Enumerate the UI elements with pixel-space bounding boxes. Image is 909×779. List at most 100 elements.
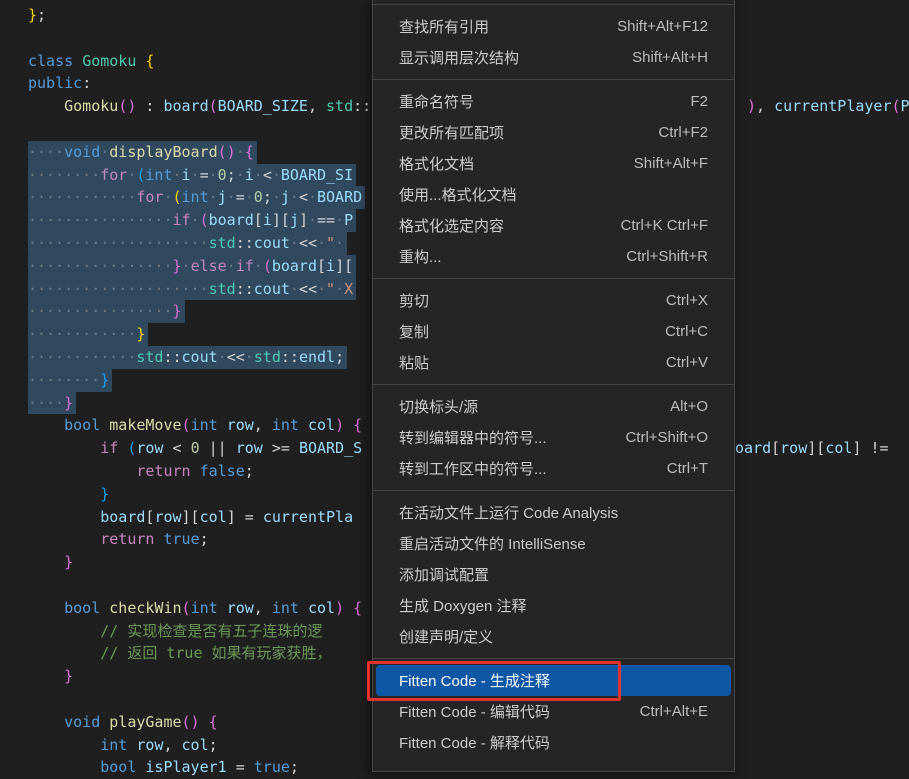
code-line[interactable]: Gomoku() : board(BOARD_SIZE, std:: xyxy=(28,95,371,118)
menu-item-label: 重启活动文件的 IntelliSense xyxy=(399,533,586,554)
code-line[interactable]: void playGame() { xyxy=(28,711,371,734)
code-line[interactable]: // 返回 true 如果有玩家获胜， xyxy=(28,642,371,665)
menu-item-fitten-edit-code[interactable]: Fitten Code - 编辑代码 Ctrl+Alt+E xyxy=(376,696,731,727)
code-fragment-right-top[interactable]: ), currentPlayer(P xyxy=(747,95,909,118)
menu-item[interactable]: 更改所有匹配项 Ctrl+F2 xyxy=(376,117,731,148)
menu-item[interactable]: 重命名符号F2 xyxy=(376,86,731,117)
selection-highlight: ····················std::cout·<<·"·X xyxy=(28,278,356,301)
menu-item-label: 复制 xyxy=(399,321,429,342)
code-line[interactable]: board[row][col] = currentPla xyxy=(28,506,371,529)
menu-item[interactable]: 生成 Doxygen 注释 xyxy=(376,590,731,621)
menu-item-fitten-generate-comment[interactable]: Fitten Code - 生成注释 xyxy=(376,665,731,696)
menu-item-label: 切换标头/源 xyxy=(399,396,478,417)
menu-item-label: 使用...格式化文档 xyxy=(399,184,517,205)
menu-shortcut: Ctrl+Alt+E xyxy=(640,703,708,720)
menu-item[interactable]: 显示调用层次结构Shift+Alt+H xyxy=(376,42,731,73)
code-line[interactable] xyxy=(28,118,371,141)
menu-shortcut: Alt+O xyxy=(670,398,708,415)
menu-shortcut: Shift+Alt+H xyxy=(632,49,708,66)
code-line[interactable]: ················if·(board[i][j]·==·P xyxy=(28,209,371,232)
menu-item[interactable]: 创建声明/定义 xyxy=(376,621,731,652)
menu-item[interactable]: 在活动文件上运行 Code Analysis xyxy=(376,497,731,528)
code-line[interactable]: if (row < 0 || row >= BOARD_S xyxy=(28,437,371,460)
menu-shortcut: Shift+Alt+F xyxy=(634,155,708,172)
menu-shortcut: Ctrl+X xyxy=(666,292,708,309)
selection-highlight: ········for·(int·i·=·0;·i·<·BOARD_SI xyxy=(28,164,356,187)
selection-highlight: ················}·else·if·(board[i][ xyxy=(28,255,356,278)
menu-shortcut: Shift+Alt+F12 xyxy=(617,18,708,35)
menu-item-fitten-explain-code[interactable]: Fitten Code - 解释代码 xyxy=(376,727,731,758)
code-line[interactable]: bool makeMove(int row, int col) { xyxy=(28,414,371,437)
menu-shortcut: Ctrl+K Ctrl+F xyxy=(620,217,708,234)
menu-item[interactable]: 格式化文档Shift+Alt+F xyxy=(376,148,731,179)
menu-separator xyxy=(373,658,734,659)
menu-item[interactable]: 粘贴 Ctrl+V xyxy=(376,347,731,378)
code-line[interactable] xyxy=(28,574,371,597)
menu-item[interactable]: 转到工作区中的符号... Ctrl+T xyxy=(376,453,731,484)
code-line[interactable]: }; xyxy=(28,4,371,27)
menu-shortcut: Ctrl+F2 xyxy=(658,124,708,141)
menu-item[interactable]: 查找所有引用Shift+Alt+F12 xyxy=(376,11,731,42)
menu-item-label: Fitten Code - 编辑代码 xyxy=(399,701,550,722)
code-line[interactable]: ········} xyxy=(28,369,371,392)
menu-separator xyxy=(373,4,734,5)
menu-item[interactable]: 转到编辑器中的符号...Ctrl+Shift+O xyxy=(376,422,731,453)
code-line[interactable]: bool checkWin(int row, int col) { xyxy=(28,597,371,620)
code-line[interactable]: ····void·displayBoard()·{ xyxy=(28,141,371,164)
code-line[interactable]: return false; xyxy=(28,460,371,483)
menu-item[interactable]: 切换标头/源 Alt+O xyxy=(376,391,731,422)
code-line[interactable]: } xyxy=(28,551,371,574)
code-line[interactable]: int row, col; xyxy=(28,734,371,757)
menu-separator xyxy=(373,490,734,491)
menu-shortcut: Ctrl+C xyxy=(665,323,708,340)
code-line[interactable]: ············std::cout·<<·std::endl; xyxy=(28,346,371,369)
code-line[interactable] xyxy=(28,688,371,711)
menu-item-label: 重构... xyxy=(399,246,442,267)
code-line[interactable]: ············for·(int·j·=·0;·j·<·BOARD xyxy=(28,186,371,209)
code-line[interactable]: } xyxy=(28,483,371,506)
selection-highlight: ············for·(int·j·=·0;·j·<·BOARD xyxy=(28,186,365,209)
menu-item[interactable]: 使用...格式化文档 xyxy=(376,179,731,210)
menu-item-label: 更改所有匹配项 xyxy=(399,122,504,143)
menu-item[interactable]: 格式化选定内容Ctrl+K Ctrl+F xyxy=(376,210,731,241)
menu-item-label: 粘贴 xyxy=(399,352,429,373)
code-line[interactable]: ················} xyxy=(28,300,371,323)
menu-shortcut: Ctrl+T xyxy=(667,460,708,477)
menu-item-label: 转到工作区中的符号... xyxy=(399,458,547,479)
menu-item[interactable]: 重构... Ctrl+Shift+R xyxy=(376,241,731,272)
selection-highlight: ············} xyxy=(28,323,148,346)
code-line[interactable]: ············} xyxy=(28,323,371,346)
code-line[interactable]: ····················std::cout·<<·"·X xyxy=(28,278,371,301)
menu-item[interactable]: 剪切Ctrl+X xyxy=(376,285,731,316)
menu-shortcut: Ctrl+V xyxy=(666,354,708,371)
selection-highlight: ············std::cout·<<·std::endl; xyxy=(28,346,347,369)
menu-item-label: Fitten Code - 生成注释 xyxy=(399,670,550,691)
context-menu: 查找所有引用Shift+Alt+F12显示调用层次结构Shift+Alt+H 重命… xyxy=(372,0,735,772)
menu-separator xyxy=(373,278,734,279)
code-line[interactable]: } xyxy=(28,665,371,688)
menu-item-label: 添加调试配置 xyxy=(399,564,489,585)
selection-highlight: ····} xyxy=(28,392,76,415)
code-line[interactable]: ····} xyxy=(28,392,371,415)
menu-item[interactable]: 重启活动文件的 IntelliSense xyxy=(376,528,731,559)
code-line[interactable]: class Gomoku { xyxy=(28,50,371,73)
code-line[interactable] xyxy=(28,27,371,50)
menu-separator xyxy=(373,384,734,385)
code-line[interactable]: return true; xyxy=(28,528,371,551)
code-fragment-right-middle[interactable]: oard[row][col] != xyxy=(735,437,898,460)
code-line[interactable]: ········for·(int·i·=·0;·i·<·BOARD_SI xyxy=(28,164,371,187)
menu-shortcut: Ctrl+Shift+R xyxy=(626,248,708,265)
code-line[interactable]: ····················std::cout·<<·"· xyxy=(28,232,371,255)
code-line[interactable]: // 实现检查是否有五子连珠的逻 xyxy=(28,620,371,643)
menu-item-label: 重命名符号 xyxy=(399,91,474,112)
code-line[interactable]: public: xyxy=(28,72,371,95)
code-line[interactable]: bool isPlayer1 = true; xyxy=(28,756,371,779)
code-editor[interactable]: }; class Gomoku {public: Gomoku() : board… xyxy=(28,4,371,779)
code-line[interactable]: ················}·else·if·(board[i][ xyxy=(28,255,371,278)
selection-highlight: ················} xyxy=(28,300,185,323)
editor-root: { "colors": { "editor_bg": "#1f1f1f", "s… xyxy=(0,0,909,762)
menu-item[interactable]: 添加调试配置 xyxy=(376,559,731,590)
selection-highlight: ················if·(board[i][j]·==·P xyxy=(28,209,356,232)
menu-item[interactable]: 复制 Ctrl+C xyxy=(376,316,731,347)
menu-item-label: Fitten Code - 解释代码 xyxy=(399,732,550,753)
